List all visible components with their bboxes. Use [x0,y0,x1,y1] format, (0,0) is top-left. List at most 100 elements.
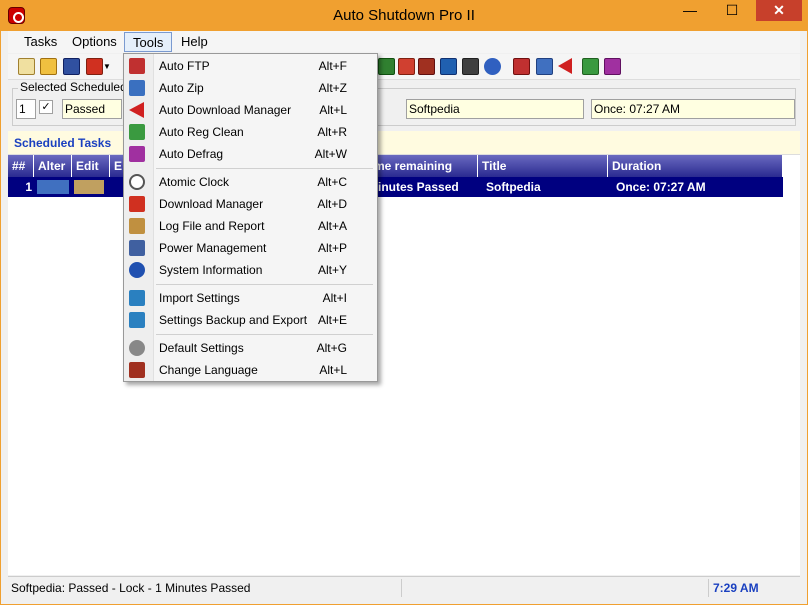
reg-clean-icon [129,124,145,140]
menu-item-label: Auto Reg Clean [159,125,244,139]
ftp-icon [129,58,145,74]
menu-tasks[interactable]: Tasks [16,32,65,52]
menu-item-log-file-report[interactable]: Log File and Report Alt+A [124,215,377,237]
alter-icon[interactable] [37,180,69,194]
menu-item-shortcut: Alt+I [322,291,347,305]
minimize-button[interactable]: — [676,0,704,21]
menu-item-atomic-clock[interactable]: Atomic Clock Alt+C [124,171,377,193]
power-icon [129,240,145,256]
scheduled-tasks-title: Scheduled Tasks [14,136,112,150]
menu-separator [156,334,373,335]
reg-icon[interactable] [378,58,395,75]
menu-item-default-settings[interactable]: Default Settings Alt+G [124,337,377,359]
defrag-icon[interactable] [604,58,621,75]
save-icon[interactable] [63,58,80,75]
language-icon[interactable] [418,58,435,75]
col-title-header[interactable]: Title [478,155,608,177]
open-folder-icon[interactable] [40,58,57,75]
menu-item-import-settings[interactable]: Import Settings Alt+I [124,287,377,309]
status-text: Softpedia: Passed - Lock - 1 Minutes Pas… [11,581,251,595]
menu-item-label: Import Settings [159,291,240,305]
help-icon[interactable] [484,58,501,75]
menu-item-label: Log File and Report [159,219,265,233]
menu-item-shortcut: Alt+D [317,197,347,211]
row-title: Softpedia [486,180,541,194]
menu-item-label: Auto FTP [159,59,210,73]
menu-item-system-information[interactable]: System Information Alt+Y [124,259,377,281]
edit-icon[interactable] [74,180,104,194]
row-remaining: inutes Passed [378,180,459,194]
maximize-button[interactable]: ☐ [718,0,746,21]
menu-item-shortcut: Alt+P [317,241,347,255]
menu-item-shortcut: Alt+F [318,59,347,73]
status-separator [708,579,709,597]
status-bar: Softpedia: Passed - Lock - 1 Minutes Pas… [8,576,800,598]
row-num: 1 [25,180,32,194]
menu-item-shortcut: Alt+Z [318,81,347,95]
new-task-icon[interactable] [18,58,35,75]
export-icon [129,312,145,328]
col-e-header[interactable]: E [110,155,124,177]
duration-field: Once: 07:27 AM [591,99,795,119]
close-button[interactable]: ✕ [756,0,802,21]
col-alter-header[interactable]: Alter [34,155,72,177]
menu-item-label: Auto Defrag [159,147,224,161]
menu-item-auto-defrag[interactable]: Auto Defrag Alt+W [124,143,377,165]
reg-clean-icon[interactable] [582,58,599,75]
col-remaining-header[interactable]: me remaining [370,155,478,177]
zip-icon [129,80,145,96]
menu-item-label: Change Language [159,363,258,377]
defrag-icon [129,146,145,162]
clock-icon [129,174,145,190]
col-edit-header[interactable]: Edit [72,155,110,177]
menu-item-change-language[interactable]: Change Language Alt+L [124,359,377,381]
col-duration-header[interactable]: Duration [608,155,783,177]
menu-tools[interactable]: Tools [124,32,173,52]
menu-item-settings-backup-export[interactable]: Settings Backup and Export Alt+E [124,309,377,331]
menu-item-label: Download Manager [159,197,264,211]
row-duration: Once: 07:27 AM [616,180,706,194]
menu-item-shortcut: Alt+Y [317,263,347,277]
download-icon [129,196,145,212]
status-time: 7:29 AM [713,581,759,595]
menu-item-auto-reg-clean[interactable]: Auto Reg Clean Alt+R [124,121,377,143]
status-separator [401,579,402,597]
menu-item-shortcut: Alt+G [316,341,347,355]
menu-separator [156,284,373,285]
zip-icon[interactable] [536,58,553,75]
import-icon [129,290,145,306]
menu-item-download-manager[interactable]: Download Manager Alt+D [124,193,377,215]
menu-help[interactable]: Help [173,32,216,52]
menu-item-power-management[interactable]: Power Management Alt+P [124,237,377,259]
tools-menu-dropdown: Auto FTP Alt+F Auto Zip Alt+Z Auto Downl… [123,53,378,382]
calendar-icon[interactable] [398,58,415,75]
menu-item-auto-zip[interactable]: Auto Zip Alt+Z [124,77,377,99]
menu-item-label: Power Management [159,241,267,255]
language-icon [129,362,145,378]
menu-bar: Tasks Options Tools Help [8,31,800,53]
video-icon[interactable] [462,58,479,75]
info-icon [129,262,145,278]
log-icon [129,218,145,234]
ftp-icon[interactable] [513,58,530,75]
menu-item-auto-ftp[interactable]: Auto FTP Alt+F [124,55,377,77]
status-field: Passed [62,99,122,119]
menu-item-label: Auto Download Manager [159,103,292,117]
menu-item-label: System Information [159,263,263,277]
menu-item-auto-download-manager[interactable]: Auto Download Manager Alt+L [124,99,377,121]
delete-icon[interactable] [86,58,103,75]
menu-item-shortcut: Alt+C [317,175,347,189]
download-arrow-icon[interactable] [558,58,572,74]
download-arrow-icon [129,102,144,118]
info-icon[interactable] [440,58,457,75]
menu-separator [156,168,373,169]
col-num-header[interactable]: ## [8,155,34,177]
task-checkbox[interactable]: ✓ [39,100,53,114]
menu-item-label: Atomic Clock [159,175,230,189]
chevron-down-icon[interactable]: ▼ [103,58,111,75]
menu-options[interactable]: Options [64,32,125,52]
title-field: Softpedia [406,99,584,119]
menu-item-label: Auto Zip [159,81,204,95]
menu-item-shortcut: Alt+L [319,363,347,377]
menu-item-shortcut: Alt+A [317,219,347,233]
